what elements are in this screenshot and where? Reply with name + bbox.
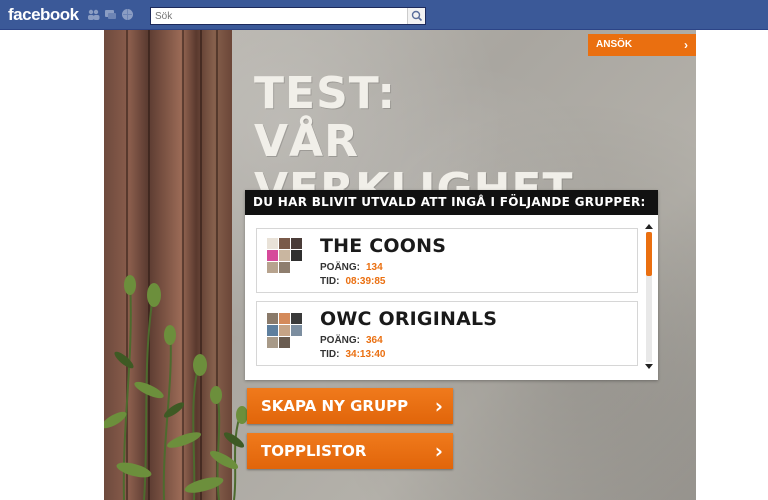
search-icon xyxy=(411,10,423,22)
avatar xyxy=(291,325,302,336)
avatar xyxy=(291,238,302,249)
facebook-top-bar: facebook xyxy=(0,0,768,30)
title-line-1: TEST: xyxy=(254,68,396,119)
avatar xyxy=(279,250,290,261)
avatar xyxy=(279,337,290,348)
group-card-the-coons[interactable]: THE COONS POÄNG: 134 TID: 08:39:85 xyxy=(256,228,638,293)
weed-plants-decoration xyxy=(104,275,248,500)
group-name: OWC ORIGINALS xyxy=(320,308,498,330)
jewel-icons xyxy=(87,8,134,21)
chevron-right-icon: › xyxy=(684,38,688,52)
scroll-up-arrow-icon[interactable] xyxy=(645,224,653,229)
notifications-icon[interactable] xyxy=(121,8,134,21)
avatar xyxy=(279,325,290,336)
avatar xyxy=(279,238,290,249)
app-canvas: ANSÖK › TEST: VÅR VERKLIGHET DU HAR BLIV… xyxy=(104,30,696,500)
avatar xyxy=(291,313,302,324)
search-box[interactable] xyxy=(150,7,426,25)
scroll-down-arrow-icon[interactable] xyxy=(645,364,653,369)
group-name: THE COONS xyxy=(320,235,447,257)
scroll-thumb[interactable] xyxy=(646,232,652,276)
group-points: POÄNG: 134 xyxy=(320,262,383,273)
messages-icon[interactable] xyxy=(104,8,117,21)
chevron-right-icon: › xyxy=(434,394,443,418)
group-member-avatars xyxy=(267,238,303,278)
toplists-button[interactable]: TOPPLISTOR › xyxy=(247,433,453,469)
apply-button-label: ANSÖK xyxy=(596,39,633,50)
create-group-button[interactable]: SKAPA NY GRUPP › xyxy=(247,388,453,424)
friends-icon[interactable] xyxy=(87,8,100,21)
avatar xyxy=(267,325,278,336)
avatar xyxy=(267,238,278,249)
avatar xyxy=(267,250,278,261)
facebook-logo[interactable]: facebook xyxy=(8,5,79,25)
search-input[interactable] xyxy=(151,8,407,24)
search-button[interactable] xyxy=(407,8,425,24)
avatar xyxy=(267,337,278,348)
group-points: POÄNG: 364 xyxy=(320,335,383,346)
group-card-owc-originals[interactable]: OWC ORIGINALS POÄNG: 364 TID: 34:13:40 xyxy=(256,301,638,366)
avatar xyxy=(267,262,278,273)
avatar xyxy=(279,313,290,324)
group-member-avatars xyxy=(267,311,303,351)
toplists-button-label: TOPPLISTOR xyxy=(261,442,367,460)
create-group-button-label: SKAPA NY GRUPP xyxy=(261,397,409,415)
avatar xyxy=(279,262,290,273)
avatar xyxy=(267,313,278,324)
avatar xyxy=(291,250,302,261)
groups-scrollbar[interactable] xyxy=(645,224,653,370)
apply-button[interactable]: ANSÖK › xyxy=(588,34,696,56)
group-time: TID: 08:39:85 xyxy=(320,276,386,287)
groups-panel: DU HAR BLIVIT UTVALD ATT INGÅ I FÖLJANDE… xyxy=(245,190,658,380)
group-time: TID: 34:13:40 xyxy=(320,349,386,360)
groups-panel-header: DU HAR BLIVIT UTVALD ATT INGÅ I FÖLJANDE… xyxy=(245,190,658,215)
chevron-right-icon: › xyxy=(434,439,443,463)
